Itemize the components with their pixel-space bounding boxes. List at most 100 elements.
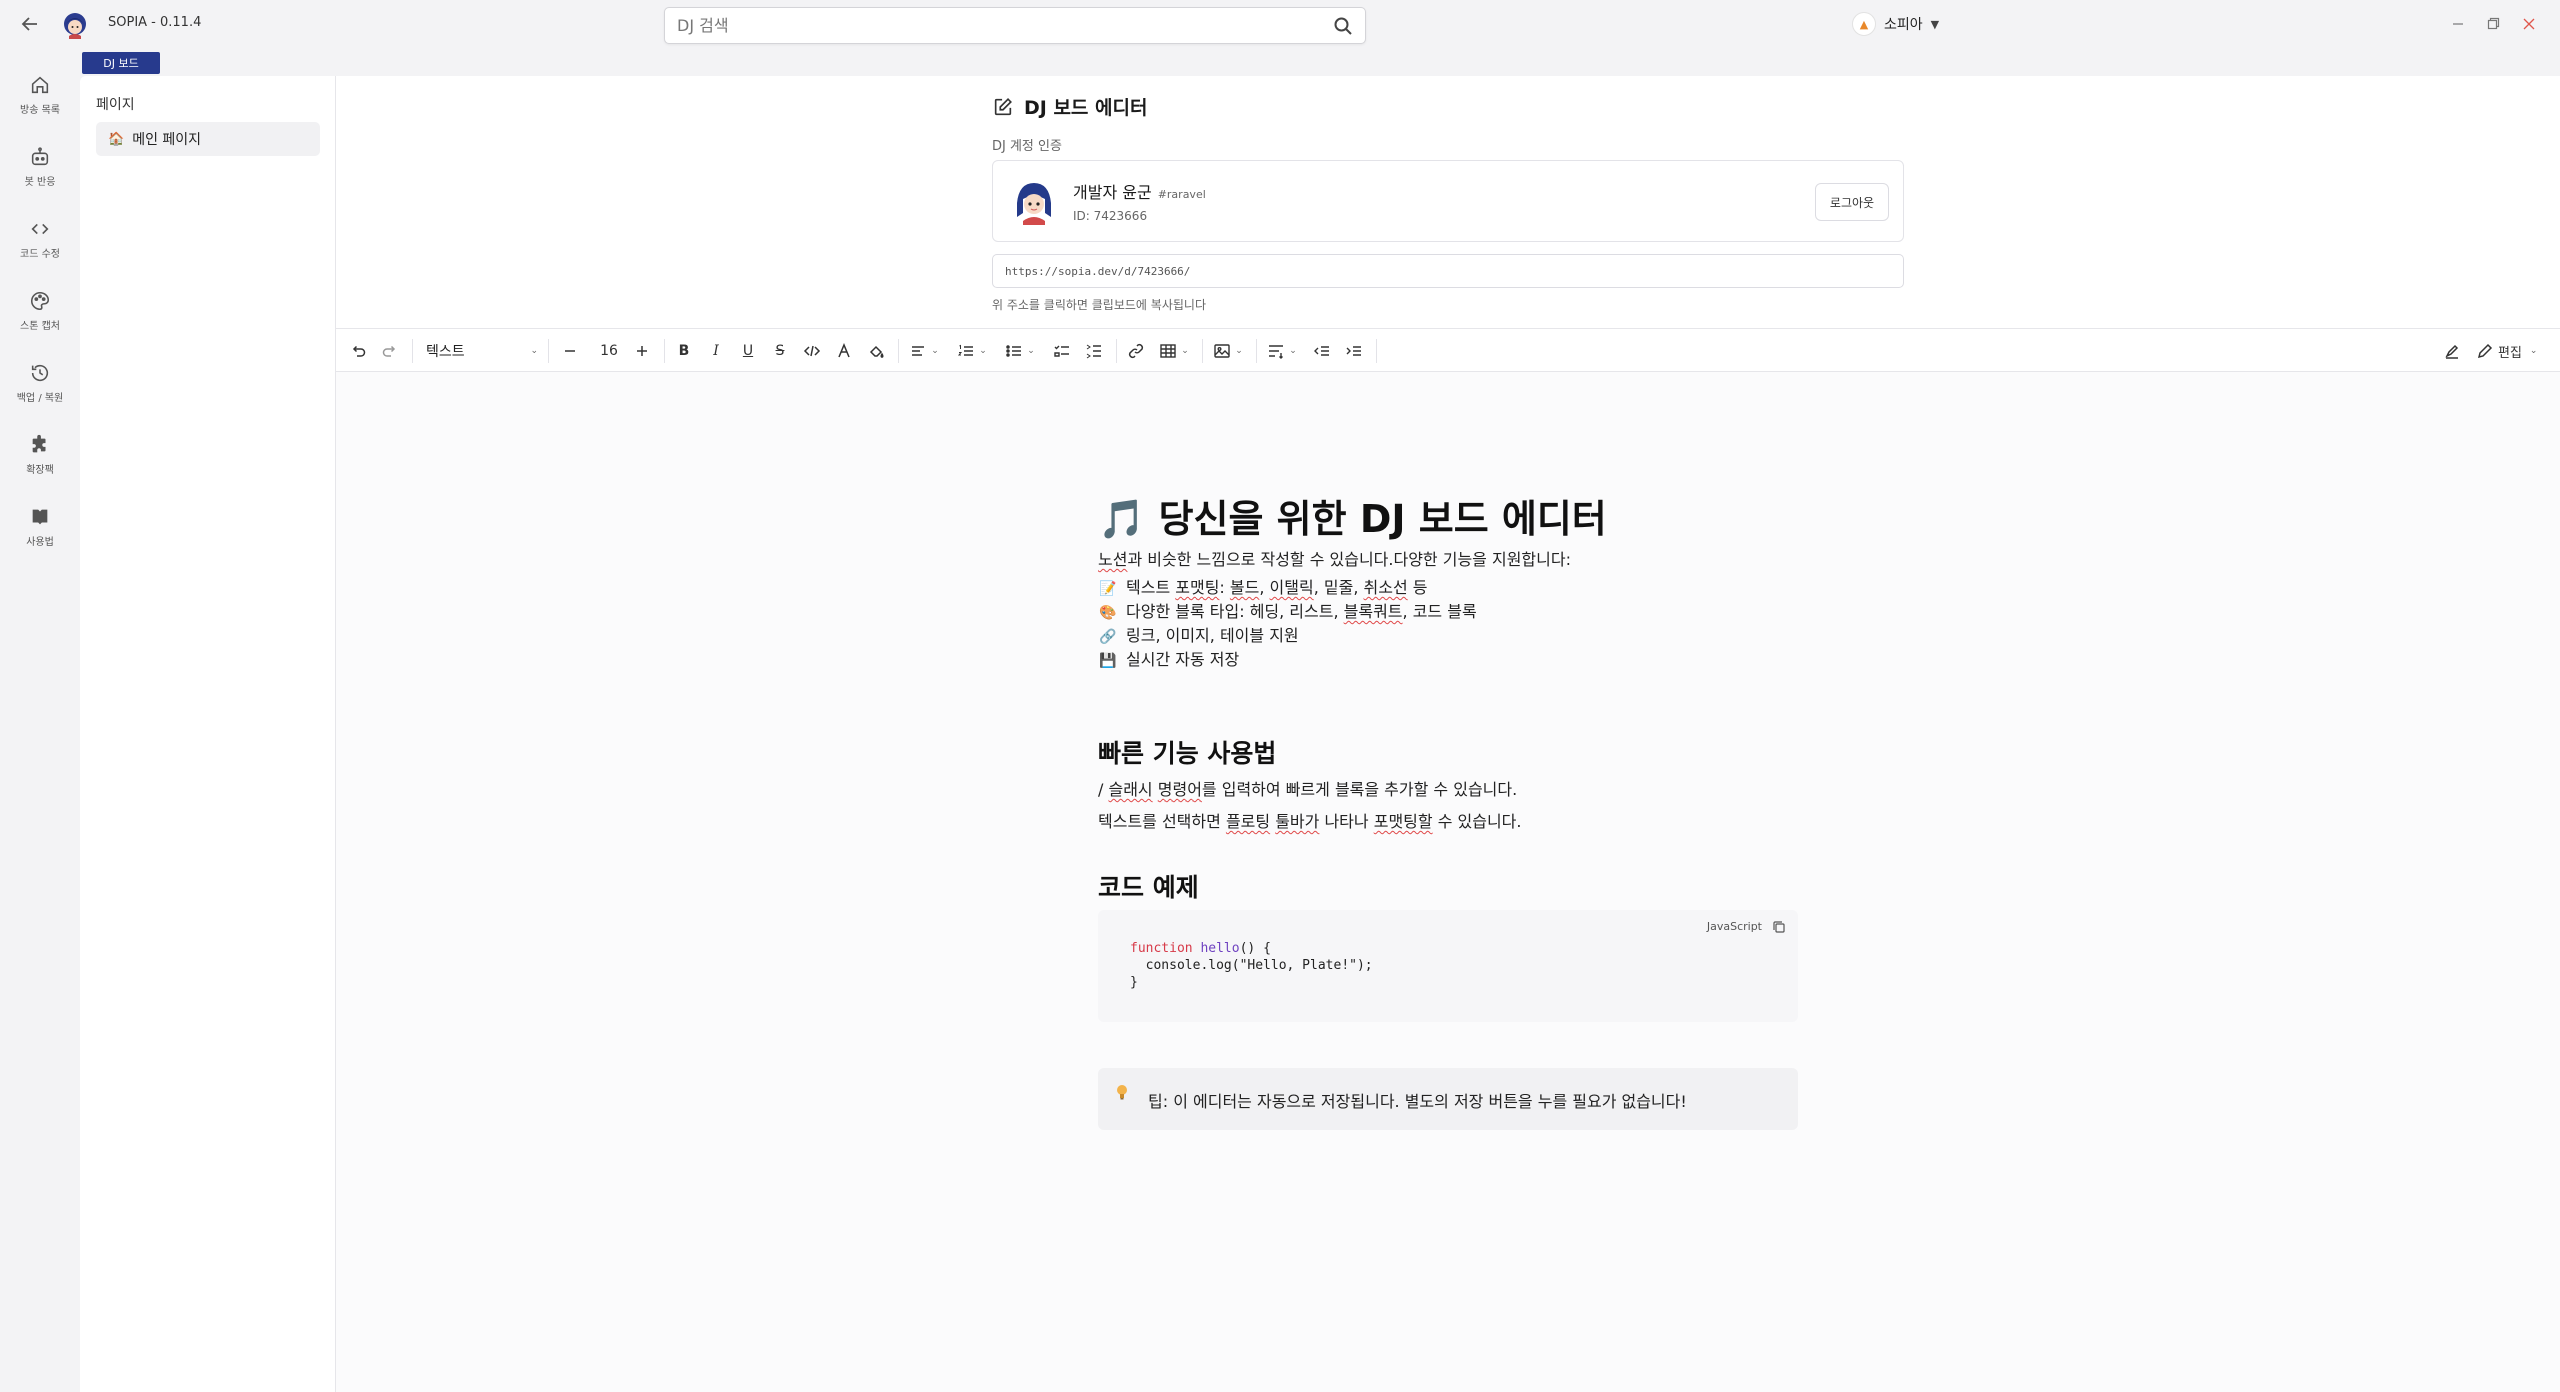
align-icon[interactable]: ⌄	[906, 339, 942, 363]
undo-icon[interactable]	[346, 339, 370, 363]
rail-item-broadcast-list[interactable]: 방송 목록	[0, 66, 80, 126]
outdent-icon[interactable]	[1310, 339, 1334, 363]
font-size-increase-icon[interactable]	[630, 339, 654, 363]
app-title: SOPIA - 0.11.4	[108, 15, 202, 30]
block-type-select[interactable]: 텍스트 ⌄	[422, 339, 538, 363]
rail-item-code-edit[interactable]: 코드 수정	[0, 210, 80, 270]
editor-toolbar: 텍스트 ⌄ 16 B I U S ⌄ ⌄ ⌄ ⌄ ⌄ ⌄ 편집 ⌄	[336, 328, 2560, 372]
editor-title: DJ 보드 에디터	[992, 93, 1147, 120]
home-icon	[31, 76, 49, 94]
dj-search-box[interactable]	[664, 7, 1366, 44]
page-item-main[interactable]: 🏠 메인 페이지	[96, 122, 320, 156]
bold-icon[interactable]: B	[672, 339, 696, 363]
callout-tip[interactable]: 팁: 이 에디터는 자동으로 저장됩니다. 별도의 저장 버튼을 누를 필요가 …	[1098, 1068, 1798, 1130]
book-icon	[32, 509, 48, 525]
minimize-icon[interactable]	[2446, 12, 2470, 36]
underline-icon[interactable]: U	[736, 339, 760, 363]
quick-tip-slash[interactable]: / 슬래시 명령어를 입력하여 빠르게 블록을 추가할 수 있습니다.	[1098, 776, 1517, 800]
tab-dj-board[interactable]: DJ 보드	[82, 52, 160, 74]
heading-quick-usage[interactable]: 빠른 기능 사용법	[1098, 734, 1276, 770]
list-item[interactable]: 🎨 다양한 블록 타입: 헤딩, 리스트, 블록쿼트, 코드 블록	[1098, 598, 1477, 622]
intro-text: 과 비슷한 느낌으로 작성할 수 있습니다.다양한 기능을 지원합니다:	[1127, 550, 1571, 569]
todo-list-icon[interactable]	[1050, 339, 1074, 363]
toggle-list-icon[interactable]	[1082, 339, 1106, 363]
text: 플로팅	[1225, 812, 1271, 831]
highlighter-pen-icon[interactable]	[2440, 339, 2464, 363]
search-icon[interactable]	[1333, 16, 1353, 36]
highlight-color-icon[interactable]	[864, 339, 888, 363]
rail-label: 사용법	[26, 537, 54, 548]
maximize-icon[interactable]	[2481, 12, 2505, 36]
font-size-decrease-icon[interactable]	[558, 339, 582, 363]
bullet-list-icon[interactable]: ⌄	[1002, 339, 1038, 363]
text: 수 있습니다.	[1432, 812, 1522, 831]
account-area: DJ 보드 에디터 DJ 계정 인증 개발자 윤군 #raravel ID: 7…	[336, 76, 2560, 328]
indent-icon[interactable]	[1342, 339, 1366, 363]
user-menu[interactable]: ▲ 소피아 ▼	[1852, 10, 1939, 38]
edit-square-icon	[994, 97, 1012, 115]
rail-item-extensions[interactable]: 확장팩	[0, 426, 80, 486]
list-item[interactable]: 🔗 링크, 이미지, 테이블 지원	[1098, 622, 1298, 646]
text: 슬래시	[1108, 780, 1153, 799]
rail-item-backup-restore[interactable]: 백업 / 복원	[0, 354, 80, 414]
text: 명령어	[1157, 780, 1202, 799]
numbered-list-icon[interactable]: ⌄	[954, 339, 990, 363]
list-text: , 코드 블록	[1402, 602, 1477, 621]
dj-search-input[interactable]	[677, 8, 1317, 43]
left-navigation-rail: 방송 목록 봇 반응 코드 수정 스톤 캡처 백업 / 복원 확장팩 사용법	[0, 48, 80, 1392]
rail-label: 스톤 캡처	[20, 321, 60, 332]
list-item[interactable]: 💾 실시간 자동 저장	[1098, 646, 1239, 670]
edit-mode-select[interactable]: 편집 ⌄	[2476, 339, 2552, 363]
text: 텍스트를 선택하면	[1098, 812, 1226, 831]
list-text: 취소선	[1363, 578, 1408, 597]
logout-button[interactable]: 로그아웃	[1815, 183, 1889, 221]
chevron-down-icon: ⌄	[2529, 346, 2538, 356]
code-text: console.log("Hello, Plate!");	[1130, 958, 1373, 973]
table-icon[interactable]: ⌄	[1156, 339, 1192, 363]
code-icon	[31, 223, 49, 235]
history-icon	[31, 364, 49, 382]
image-icon[interactable]: ⌄	[1210, 339, 1246, 363]
back-arrow-icon[interactable]	[18, 12, 42, 36]
line-height-icon[interactable]: ⌄	[1264, 339, 1300, 363]
code-content[interactable]: function hello() { console.log("Hello, P…	[1130, 940, 1373, 991]
rail-label: 확장팩	[26, 465, 54, 476]
document-heading-1[interactable]: 🎵 당신을 위한 DJ 보드 에디터	[1098, 488, 1607, 543]
rail-label: 코드 수정	[20, 249, 60, 260]
rail-item-guide[interactable]: 사용법	[0, 498, 80, 558]
redo-icon[interactable]	[378, 339, 402, 363]
list-text: 텍스트	[1126, 578, 1176, 597]
text-color-icon[interactable]	[832, 339, 856, 363]
text: /	[1098, 780, 1109, 799]
quick-tip-floating[interactable]: 텍스트를 선택하면 플로팅 툴바가 나타나 포맷팅할 수 있습니다.	[1098, 808, 1521, 832]
rail-item-bot-response[interactable]: 봇 반응	[0, 138, 80, 198]
link-icon[interactable]	[1124, 339, 1148, 363]
list-text: 포맷팅	[1175, 578, 1220, 597]
user-avatar-icon: ▲	[1852, 12, 1876, 36]
intro-word-notion: 노션	[1098, 550, 1128, 569]
toolbar-divider	[1256, 339, 1257, 363]
list-text: 볼드	[1229, 578, 1260, 597]
toolbar-divider	[664, 339, 665, 363]
chevron-down-icon: ▼	[1930, 17, 1940, 31]
inline-code-icon[interactable]	[800, 339, 824, 363]
code-block[interactable]: JavaScript function hello() { console.lo…	[1098, 910, 1798, 1022]
account-section-label: DJ 계정 인증	[992, 139, 1062, 154]
rail-item-stone-capture[interactable]: 스톤 캡처	[0, 282, 80, 342]
list-item[interactable]: 📝 텍스트 포맷팅: 볼드, 이탤릭, 밑줄, 취소선 등	[1098, 574, 1427, 598]
toolbar-divider	[1376, 339, 1377, 363]
list-text: 다양한 블록 타입: 헤딩, 리스트,	[1126, 602, 1344, 621]
heading-code-example[interactable]: 코드 예제	[1098, 868, 1199, 904]
close-icon[interactable]	[2517, 12, 2541, 36]
app-logo-icon	[60, 10, 90, 40]
font-size-value[interactable]: 16	[594, 339, 624, 363]
board-url-field[interactable]: https://sopia.dev/d/7423666/	[992, 254, 1904, 288]
block-type-value: 텍스트	[426, 344, 465, 360]
copy-icon[interactable]	[1772, 919, 1786, 933]
intro-paragraph[interactable]: 노션과 비슷한 느낌으로 작성할 수 있습니다.다양한 기능을 지원합니다:	[1098, 546, 1571, 570]
text: 툴바가	[1275, 812, 1320, 831]
palette-icon	[31, 291, 50, 311]
strikethrough-icon[interactable]: S	[768, 339, 792, 363]
italic-icon[interactable]: I	[704, 339, 728, 363]
code-language-select[interactable]: JavaScript	[1707, 920, 1762, 933]
